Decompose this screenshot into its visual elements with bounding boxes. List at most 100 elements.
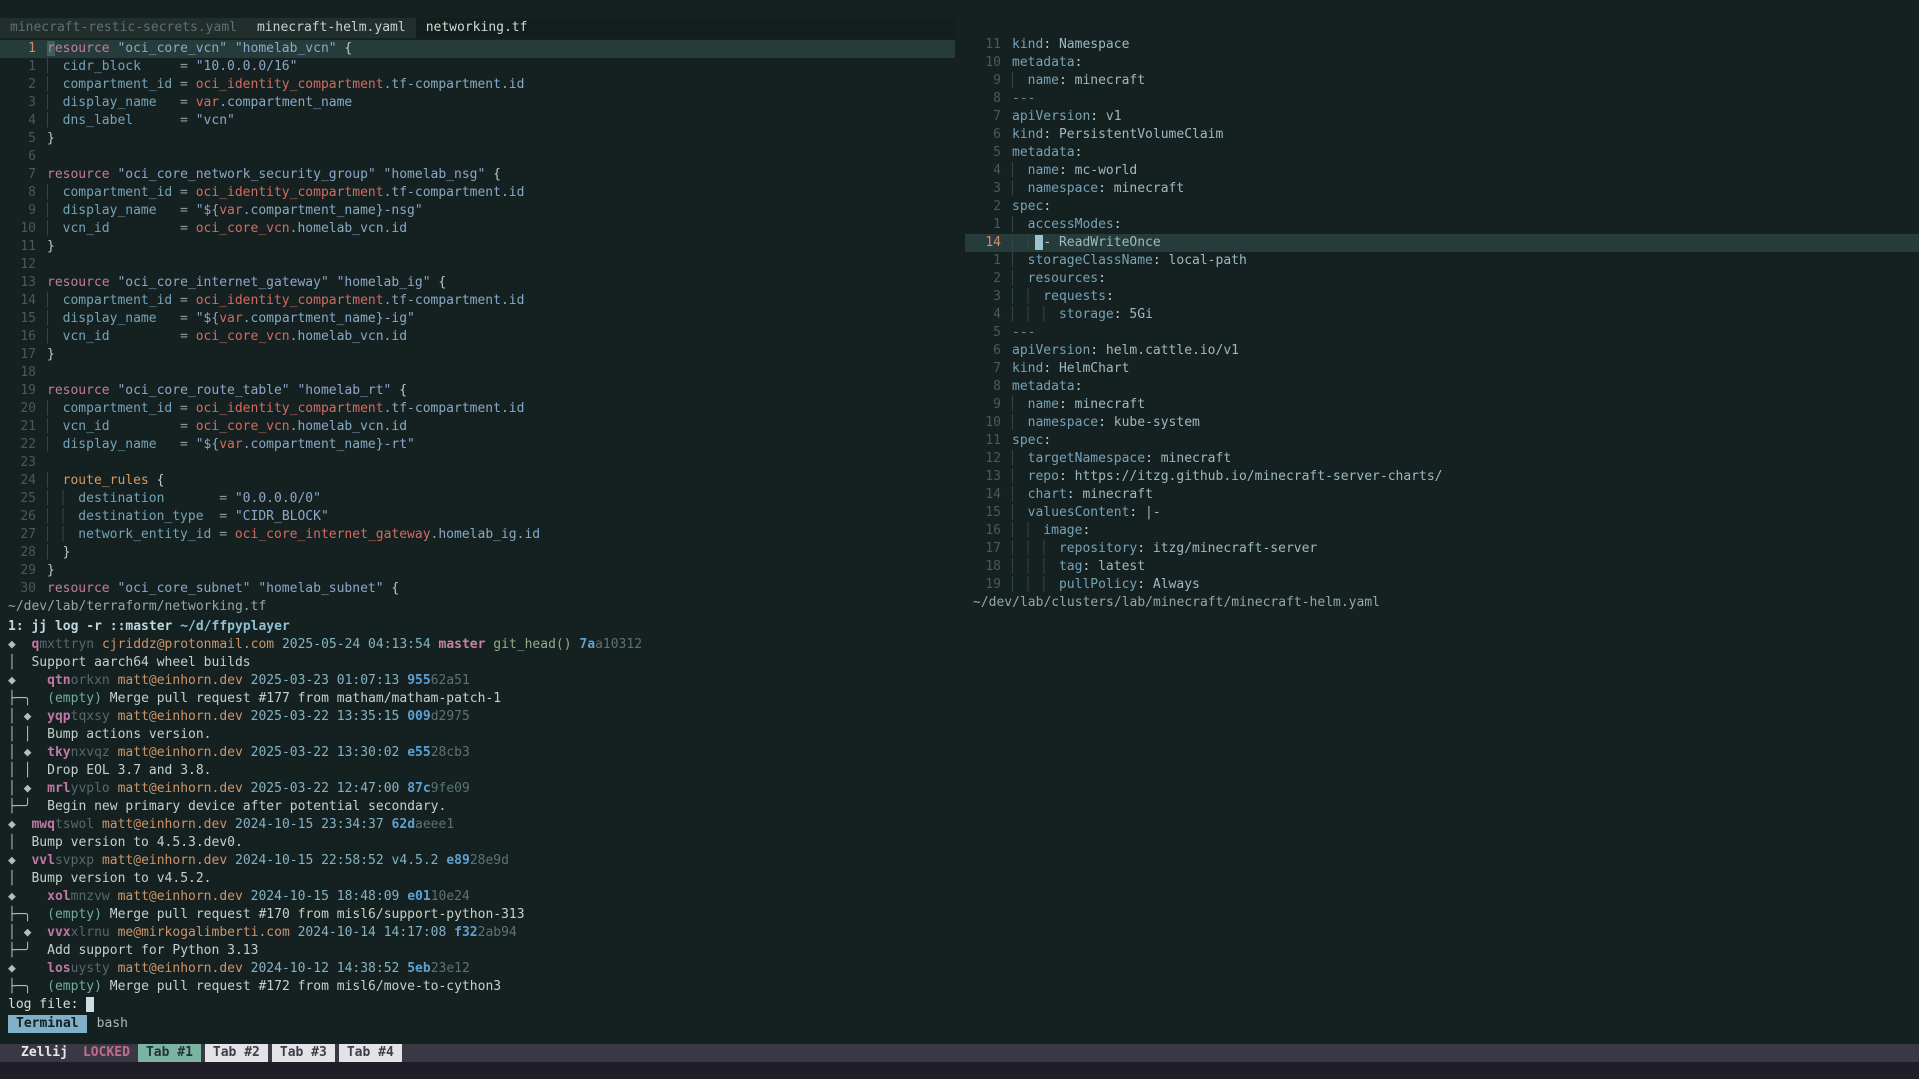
code-line[interactable]: 3▏ ▏ requests:	[965, 288, 1919, 306]
zellij-tab-tab-2[interactable]: Tab #2	[205, 1044, 268, 1062]
code-line[interactable]: 22▏ display_name = "${var.compartment_na…	[0, 436, 955, 454]
buffer-tab-minecraft-restic-secrets.yaml[interactable]: minecraft-restic-secrets.yaml	[0, 18, 247, 38]
jj-log-line[interactable]: ◆ losuysty matt@einhorn.dev 2024-10-12 1…	[0, 960, 1919, 978]
code-line[interactable]: 18▏ ▏ ▏ tag: latest	[965, 558, 1919, 576]
jj-log-line[interactable]: │ ◆ yqptqxsy matt@einhorn.dev 2025-03-22…	[0, 708, 1919, 726]
code-line[interactable]: 29}	[0, 562, 955, 580]
code-line[interactable]: 11kind: Namespace	[965, 36, 1919, 54]
zellij-tab-tab-3[interactable]: Tab #3	[272, 1044, 335, 1062]
jj-log-line[interactable]: ├─╯ Add support for Python 3.13	[0, 942, 1919, 960]
code-line[interactable]: 10▏ vcn_id = oci_core_vcn.homelab_vcn.id	[0, 220, 955, 238]
terminal-prompt-line[interactable]: log file:	[0, 996, 1919, 1014]
code-line[interactable]: 8▏ compartment_id = oci_identity_compart…	[0, 184, 955, 202]
zellij-tab-tab-4[interactable]: Tab #4	[339, 1044, 402, 1062]
cursor-line[interactable]: 1resource "oci_core_vcn" "homelab_vcn" {	[0, 40, 955, 58]
code-line[interactable]: 6kind: PersistentVolumeClaim	[965, 126, 1919, 144]
code-line[interactable]: 2spec:	[965, 198, 1919, 216]
code-line[interactable]: 4▏ name: mc-world	[965, 162, 1919, 180]
jj-log-line[interactable]: │ ◆ vvxxlrnu me@mirkogalimberti.com 2024…	[0, 924, 1919, 942]
code-line[interactable]: 5metadata:	[965, 144, 1919, 162]
code-line[interactable]: 8metadata:	[965, 378, 1919, 396]
code-line[interactable]: 17▏ ▏ ▏ repository: itzg/minecraft-serve…	[965, 540, 1919, 558]
jj-log-output[interactable]: ◆ qmxttryn cjriddz@protonmail.com 2025-0…	[0, 636, 1919, 996]
code-line[interactable]: 12	[0, 256, 955, 274]
jj-log-line[interactable]: │ ◆ mrlyvplo matt@einhorn.dev 2025-03-22…	[0, 780, 1919, 798]
code-line[interactable]: 23	[0, 454, 955, 472]
code-line[interactable]: 24▏ route_rules {	[0, 472, 955, 490]
jj-log-line[interactable]: ◆ mwqtswol matt@einhorn.dev 2024-10-15 2…	[0, 816, 1919, 834]
code-line[interactable]: 30resource "oci_core_subnet" "homelab_su…	[0, 580, 955, 598]
code-line[interactable]: 10metadata:	[965, 54, 1919, 72]
code-line[interactable]: 2▏ resources:	[965, 270, 1919, 288]
editor-cursor: r	[47, 41, 55, 56]
jj-log-line[interactable]: │ │ Bump actions version.	[0, 726, 1919, 744]
line-number: 4	[973, 162, 1001, 180]
line-number: 1	[973, 252, 1001, 270]
cursor-line[interactable]: 14▏ ▏ - ReadWriteOnce	[965, 234, 1919, 252]
code-line[interactable]: 10▏ namespace: kube-system	[965, 414, 1919, 432]
jj-log-line[interactable]: ◆ xolmnzvw matt@einhorn.dev 2024-10-15 1…	[0, 888, 1919, 906]
code-line[interactable]: 4▏ dns_label = "vcn"	[0, 112, 955, 130]
code-line[interactable]: 5}	[0, 130, 955, 148]
code-line[interactable]: 11}	[0, 238, 955, 256]
line-number: 7	[973, 108, 1001, 126]
jj-log-line[interactable]: ◆ qmxttryn cjriddz@protonmail.com 2025-0…	[0, 636, 1919, 654]
jj-log-line[interactable]: │ │ Drop EOL 3.7 and 3.8.	[0, 762, 1919, 780]
code-line[interactable]: 18	[0, 364, 955, 382]
code-line[interactable]: 6apiVersion: helm.cattle.io/v1	[965, 342, 1919, 360]
editor-pane-yaml[interactable]: 11kind: Namespace10metadata:9▏ name: min…	[965, 36, 1919, 594]
code-line[interactable]: 2▏ compartment_id = oci_identity_compart…	[0, 76, 955, 94]
code-line[interactable]: 1▏ cidr_block = "10.0.0.0/16"	[0, 58, 955, 76]
code-line[interactable]: 19▏ ▏ ▏ pullPolicy: Always	[965, 576, 1919, 594]
buffer-tab-minecraft-helm.yaml[interactable]: minecraft-helm.yaml	[247, 18, 416, 38]
code-line[interactable]: 13▏ repo: https://itzg.github.io/minecra…	[965, 468, 1919, 486]
code-line[interactable]: 11spec:	[965, 432, 1919, 450]
line-number: 4	[8, 112, 36, 130]
code-line[interactable]: 13resource "oci_core_internet_gateway" "…	[0, 274, 955, 292]
line-number: 6	[973, 126, 1001, 144]
code-line[interactable]: 25▏ ▏ destination = "0.0.0.0/0"	[0, 490, 955, 508]
code-line[interactable]: 15▏ display_name = "${var.compartment_na…	[0, 310, 955, 328]
jj-log-line[interactable]: │ Bump version to 4.5.3.dev0.	[0, 834, 1919, 852]
code-line[interactable]: 3▏ namespace: minecraft	[965, 180, 1919, 198]
buffer-tab-networking.tf[interactable]: networking.tf	[416, 18, 538, 38]
code-line[interactable]: 6	[0, 148, 955, 166]
jj-log-line[interactable]: ├─╮ (empty) Merge pull request #170 from…	[0, 906, 1919, 924]
jj-log-line[interactable]: │ ◆ tkynxvqz matt@einhorn.dev 2025-03-22…	[0, 744, 1919, 762]
code-line[interactable]: 12▏ targetNamespace: minecraft	[965, 450, 1919, 468]
jj-log-line[interactable]: ◆ vvlsvpxp matt@einhorn.dev 2024-10-15 2…	[0, 852, 1919, 870]
code-line[interactable]: 5---	[965, 324, 1919, 342]
jj-log-line[interactable]: ├─╮ (empty) Merge pull request #177 from…	[0, 690, 1919, 708]
jj-log-line[interactable]: │ Bump version to v4.5.2.	[0, 870, 1919, 888]
code-line[interactable]: 16▏ ▏ image:	[965, 522, 1919, 540]
code-line[interactable]: 20▏ compartment_id = oci_identity_compar…	[0, 400, 955, 418]
zellij-tab-active-tab-1[interactable]: Tab #1	[138, 1044, 201, 1062]
code-line[interactable]: 7resource "oci_core_network_security_gro…	[0, 166, 955, 184]
code-line[interactable]: 19resource "oci_core_route_table" "homel…	[0, 382, 955, 400]
code-line[interactable]: 16▏ vcn_id = oci_core_vcn.homelab_vcn.id	[0, 328, 955, 346]
code-line[interactable]: 17}	[0, 346, 955, 364]
code-line[interactable]: 14▏ compartment_id = oci_identity_compar…	[0, 292, 955, 310]
code-line[interactable]: 9▏ name: minecraft	[965, 396, 1919, 414]
code-line[interactable]: 3▏ display_name = var.compartment_name	[0, 94, 955, 112]
code-line[interactable]: 26▏ ▏ destination_type = "CIDR_BLOCK"	[0, 508, 955, 526]
editor-pane-terraform[interactable]: 1resource "oci_core_vcn" "homelab_vcn" {…	[0, 40, 955, 598]
jj-log-line[interactable]: ├─╮ (empty) Merge pull request #172 from…	[0, 978, 1919, 996]
code-line[interactable]: 4▏ ▏ ▏ storage: 5Gi	[965, 306, 1919, 324]
code-line[interactable]: 1▏ accessModes:	[965, 216, 1919, 234]
code-line[interactable]: 7apiVersion: v1	[965, 108, 1919, 126]
code-line[interactable]: 9▏ display_name = "${var.compartment_nam…	[0, 202, 955, 220]
jj-log-line[interactable]: │ Support aarch64 wheel builds	[0, 654, 1919, 672]
code-line[interactable]: 21▏ vcn_id = oci_core_vcn.homelab_vcn.id	[0, 418, 955, 436]
code-line[interactable]: 28▏ }	[0, 544, 955, 562]
code-line[interactable]: 7kind: HelmChart	[965, 360, 1919, 378]
code-line[interactable]: 14▏ chart: minecraft	[965, 486, 1919, 504]
code-line[interactable]: 15▏ valuesContent: |-	[965, 504, 1919, 522]
line-number: 24	[8, 472, 36, 490]
code-line[interactable]: 1▏ storageClassName: local-path	[965, 252, 1919, 270]
code-line[interactable]: 27▏ ▏ network_entity_id = oci_core_inter…	[0, 526, 955, 544]
jj-log-line[interactable]: ◆ qtnorkxn matt@einhorn.dev 2025-03-23 0…	[0, 672, 1919, 690]
code-line[interactable]: 8---	[965, 90, 1919, 108]
jj-log-line[interactable]: ├─╯ Begin new primary device after poten…	[0, 798, 1919, 816]
code-line[interactable]: 9▏ name: minecraft	[965, 72, 1919, 90]
